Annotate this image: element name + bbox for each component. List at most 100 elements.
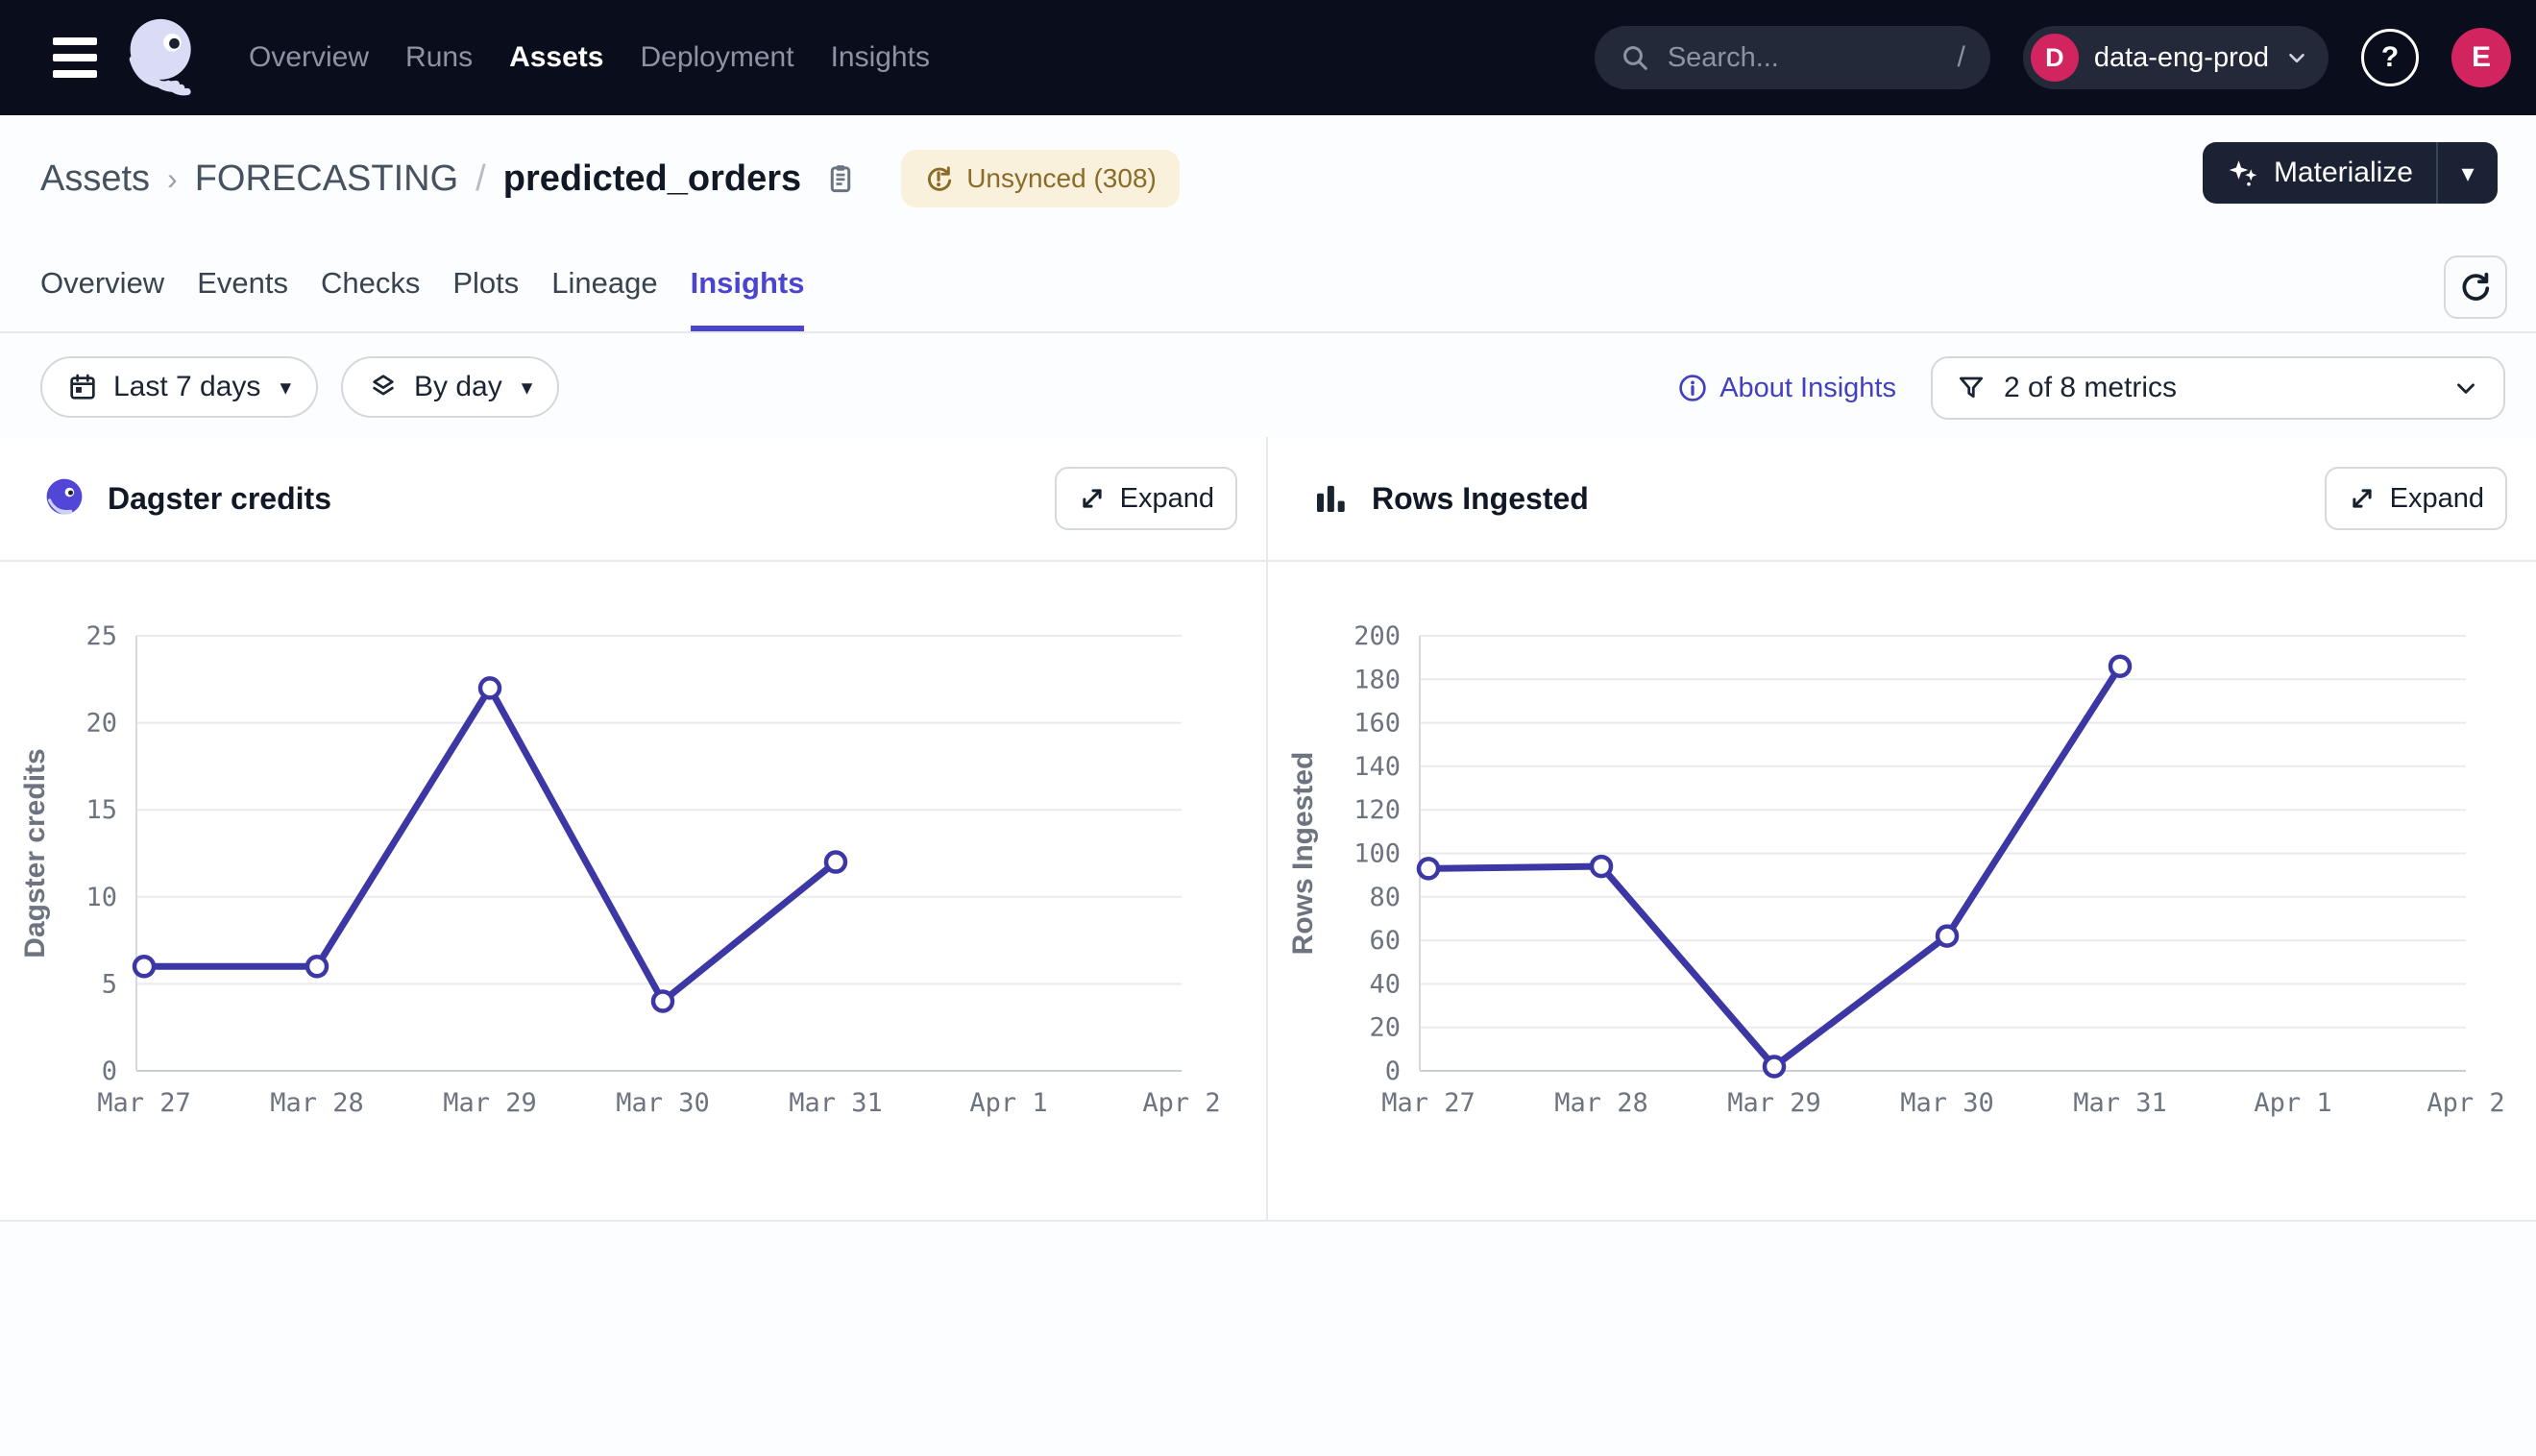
nav-item-deployment[interactable]: Deployment (640, 41, 793, 74)
expand-button-label: Expand (1120, 483, 1214, 515)
svg-text:180: 180 (1353, 665, 1401, 694)
nav-item-overview[interactable]: Overview (249, 41, 369, 74)
search-box[interactable]: / (1595, 26, 1990, 89)
top-nav: Overview Runs Assets Deployment Insights… (0, 0, 2536, 115)
page-header: Assets › FORECASTING / predicted_orders … (0, 115, 2536, 240)
svg-text:Apr 1: Apr 1 (2254, 1088, 2331, 1118)
funnel-icon (1956, 373, 1987, 403)
unsynced-badge-label: Unsynced (308) (966, 163, 1157, 194)
chevron-down-icon (2284, 45, 2309, 70)
asset-tabs: Overview Events Checks Plots Lineage Ins… (40, 240, 804, 331)
asset-tabs-row: Overview Events Checks Plots Lineage Ins… (0, 240, 2536, 333)
chevron-down-icon (2451, 374, 2480, 402)
chart-card-rows-ingested: Rows Ingested Expand 0204060801001201401… (1268, 437, 2536, 1220)
materialize-button[interactable]: Materialize (2203, 142, 2436, 204)
materialize-caret-button[interactable]: ▾ (2438, 142, 2498, 204)
help-button[interactable]: ? (2361, 29, 2419, 86)
metrics-filter-select[interactable]: 2 of 8 metrics (1931, 356, 2505, 420)
svg-text:5: 5 (102, 969, 117, 999)
tab-plots[interactable]: Plots (452, 240, 519, 331)
user-avatar[interactable]: E (2451, 28, 2511, 87)
nav-right-cluster: / D data-eng-prod ? E (1595, 26, 2511, 89)
insights-filter-row: Last 7 days ▾ By day ▾ About In (0, 333, 2536, 437)
filter-right-cluster: About Insights 2 of 8 metrics (1677, 356, 2505, 420)
svg-text:0: 0 (102, 1056, 117, 1086)
date-range-filter-button[interactable]: Last 7 days ▾ (40, 356, 318, 418)
tab-insights[interactable]: Insights (691, 240, 805, 331)
svg-text:15: 15 (85, 795, 117, 825)
hamburger-menu-button[interactable] (53, 37, 97, 78)
about-insights-link[interactable]: About Insights (1677, 373, 1896, 404)
svg-text:Mar 29: Mar 29 (443, 1088, 537, 1118)
svg-text:Apr 2: Apr 2 (2426, 1088, 2504, 1118)
filter-left-cluster: Last 7 days ▾ By day ▾ (40, 356, 559, 418)
tab-checks[interactable]: Checks (321, 240, 420, 331)
dagster-credits-line-chart: 0510152025Mar 27Mar 28Mar 29Mar 30Mar 31… (0, 562, 1268, 1220)
clipboard-copy-icon[interactable] (822, 160, 859, 197)
chart-title: Rows Ingested (1372, 481, 1589, 517)
chart-card-header: Rows Ingested Expand (1268, 437, 2536, 562)
layers-icon (368, 372, 399, 402)
caret-down-icon: ▾ (280, 375, 291, 400)
svg-text:40: 40 (1369, 969, 1401, 999)
svg-text:Mar 28: Mar 28 (1554, 1088, 1648, 1118)
expand-button[interactable]: Expand (1055, 467, 1237, 530)
materialize-button-label: Materialize (2274, 157, 2413, 189)
svg-text:Mar 30: Mar 30 (1900, 1088, 1994, 1118)
tab-lineage[interactable]: Lineage (551, 240, 657, 331)
svg-text:Apr 1: Apr 1 (969, 1088, 1047, 1118)
dagster-logo[interactable] (122, 13, 205, 102)
caret-down-icon: ▾ (522, 375, 533, 400)
svg-text:Mar 31: Mar 31 (789, 1088, 883, 1118)
svg-text:80: 80 (1369, 883, 1401, 912)
workspace-switcher[interactable]: D data-eng-prod (2023, 26, 2329, 89)
tab-overview[interactable]: Overview (40, 240, 164, 331)
workspace-avatar: D (2031, 34, 2079, 82)
granularity-filter-button[interactable]: By day ▾ (341, 356, 559, 418)
svg-text:20: 20 (85, 709, 117, 739)
nav-item-insights[interactable]: Insights (831, 41, 930, 74)
sync-alert-icon (924, 163, 955, 194)
expand-icon (1078, 484, 1107, 513)
dagster-logo-icon (42, 476, 86, 521)
chart-title: Dagster credits (108, 481, 331, 517)
svg-text:Mar 27: Mar 27 (97, 1088, 191, 1118)
svg-text:25: 25 (85, 621, 117, 651)
nav-item-assets[interactable]: Assets (509, 41, 603, 74)
chart-card-dagster-credits: Dagster credits Expand 0510152025Mar 27M… (0, 437, 1268, 1220)
svg-text:120: 120 (1353, 795, 1401, 825)
svg-text:20: 20 (1369, 1013, 1401, 1043)
svg-text:140: 140 (1353, 752, 1401, 782)
svg-text:100: 100 (1353, 839, 1401, 869)
expand-button[interactable]: Expand (2325, 467, 2507, 530)
insights-charts-grid: Dagster credits Expand 0510152025Mar 27M… (0, 437, 2536, 1222)
svg-text:Apr 2: Apr 2 (1142, 1088, 1220, 1118)
info-icon (1677, 373, 1708, 403)
date-range-label: Last 7 days (113, 371, 260, 403)
svg-text:Rows Ingested: Rows Ingested (1287, 752, 1319, 956)
search-shortcut-hint: / (1957, 41, 1964, 74)
metrics-select-value: 2 of 8 metrics (2004, 372, 2177, 404)
rows-ingested-line-chart: 020406080100120140160180200Mar 27Mar 28M… (1268, 562, 2536, 1220)
breadcrumb: Assets › FORECASTING / predicted_orders … (40, 150, 1180, 207)
chart-body: 020406080100120140160180200Mar 27Mar 28M… (1268, 562, 2536, 1220)
calendar-icon (67, 372, 98, 402)
primary-nav: Overview Runs Assets Deployment Insights (249, 41, 930, 74)
caret-down-icon: ▾ (2461, 158, 2474, 188)
unsynced-status-badge[interactable]: Unsynced (308) (901, 150, 1180, 207)
svg-text:200: 200 (1353, 621, 1401, 651)
breadcrumb-chevron: › (167, 161, 178, 197)
search-input[interactable] (1666, 41, 1942, 75)
svg-text:Mar 30: Mar 30 (616, 1088, 710, 1118)
about-insights-label: About Insights (1719, 373, 1896, 404)
svg-text:60: 60 (1369, 926, 1401, 956)
breadcrumb-group-link[interactable]: FORECASTING (195, 158, 458, 200)
refresh-button[interactable] (2444, 255, 2507, 319)
question-mark-icon: ? (2381, 41, 2399, 74)
expand-icon (2348, 484, 2377, 513)
breadcrumb-slash: / (476, 158, 486, 200)
chart-body: 0510152025Mar 27Mar 28Mar 29Mar 30Mar 31… (0, 562, 1266, 1220)
breadcrumb-assets-link[interactable]: Assets (40, 158, 150, 200)
nav-item-runs[interactable]: Runs (405, 41, 473, 74)
tab-events[interactable]: Events (197, 240, 288, 331)
